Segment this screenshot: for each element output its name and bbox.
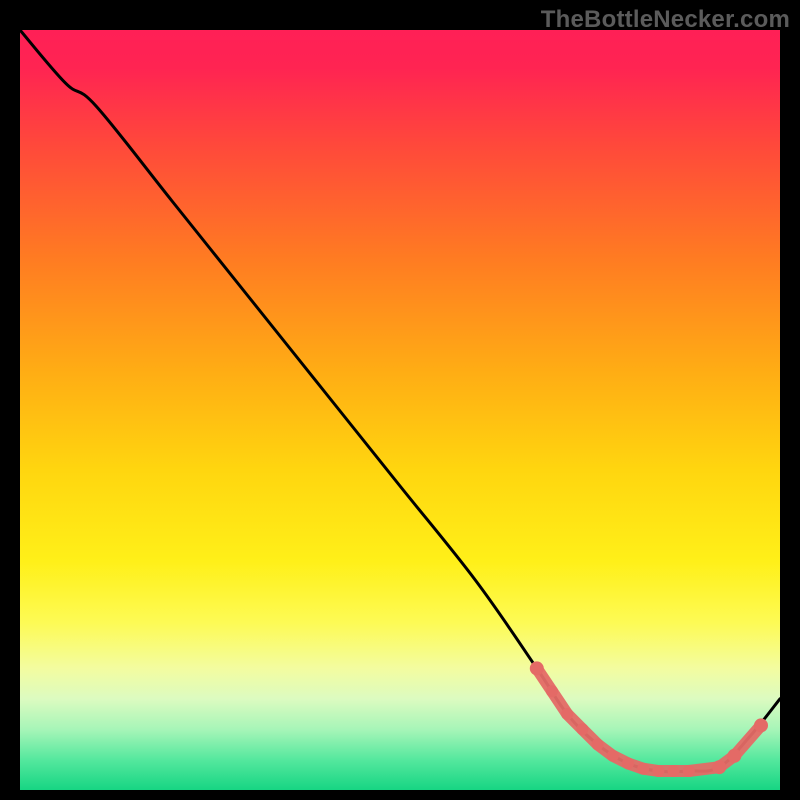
highlight-dot (637, 763, 649, 775)
highlight-dot (712, 760, 726, 774)
highlight-region (530, 661, 768, 777)
chart-curve-svg (20, 30, 780, 790)
highlight-dot (592, 738, 604, 750)
plot-area (20, 30, 780, 790)
highlight-dot (622, 757, 634, 769)
bottleneck-curve (20, 30, 780, 772)
highlight-dot (754, 718, 768, 732)
highlight-dot (607, 750, 619, 762)
highlight-dot (683, 765, 695, 777)
highlight-band (537, 668, 761, 771)
highlight-dot (546, 685, 558, 697)
highlight-dot (652, 765, 664, 777)
highlight-dot (727, 749, 741, 763)
highlight-dot (668, 765, 680, 777)
highlight-dot (530, 661, 544, 675)
chart-frame: TheBottleNecker.com (0, 0, 800, 800)
highlight-dot (561, 708, 573, 720)
highlight-dot (576, 723, 588, 735)
